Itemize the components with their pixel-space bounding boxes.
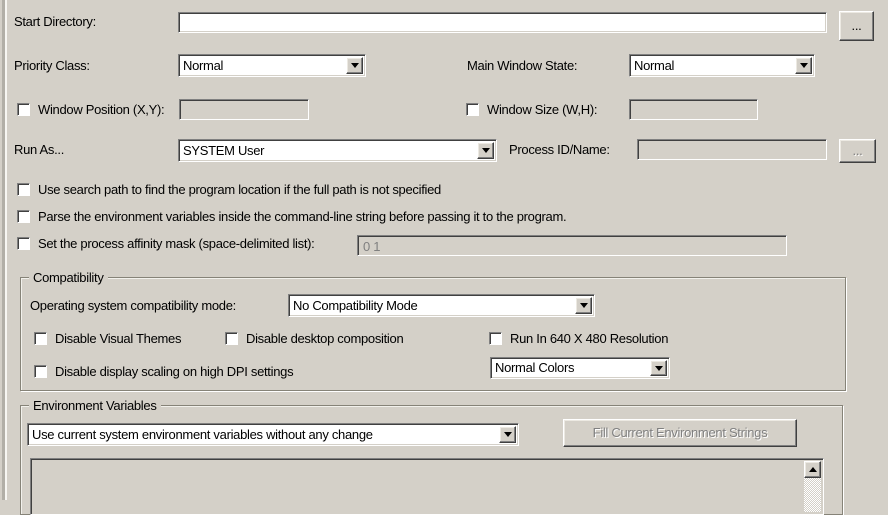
compatibility-group-title: Compatibility	[29, 270, 108, 286]
disable-dpi-scaling-row: Disable display scaling on high DPI sett…	[34, 363, 294, 380]
caret-down-icon	[579, 303, 588, 308]
window-position-checkbox[interactable]	[17, 103, 30, 116]
environment-mode-value: Use current system environment variables…	[32, 426, 373, 442]
start-directory-input[interactable]	[178, 12, 827, 33]
caret-down-icon	[799, 63, 808, 68]
disable-desktop-composition-row: Disable desktop composition	[225, 330, 404, 347]
process-id-browse-button: ...	[839, 139, 876, 163]
os-compatibility-dropdown-button[interactable]	[575, 297, 592, 314]
window-size-input	[629, 99, 758, 120]
priority-class-value: Normal	[183, 57, 224, 73]
caret-down-icon	[350, 63, 359, 68]
run-as-select[interactable]: SYSTEM User	[178, 139, 497, 162]
start-directory-label: Start Directory:	[14, 14, 96, 29]
window-size-checkbox[interactable]	[466, 103, 479, 116]
parse-env-vars-label: Parse the environment variables inside t…	[38, 208, 567, 224]
disable-dpi-scaling-label: Disable display scaling on high DPI sett…	[55, 363, 294, 379]
scroll-up-button[interactable]	[804, 461, 821, 478]
main-window-state-select[interactable]: Normal	[629, 54, 815, 77]
disable-visual-themes-label: Disable Visual Themes	[55, 330, 182, 346]
use-search-path-label: Use search path to find the program loca…	[38, 181, 441, 197]
run-640x480-label: Run In 640 X 480 Resolution	[510, 330, 669, 346]
environment-mode-dropdown-button[interactable]	[499, 426, 516, 443]
color-mode-value: Normal Colors	[495, 360, 575, 375]
environment-variables-textarea[interactable]	[30, 458, 824, 515]
priority-class-label: Priority Class:	[14, 58, 90, 73]
run-as-value: SYSTEM User	[183, 142, 265, 158]
parse-env-vars-checkbox[interactable]	[17, 210, 30, 223]
main-window-state-dropdown-button[interactable]	[795, 57, 812, 74]
os-compatibility-mode-select[interactable]: No Compatibility Mode	[288, 294, 595, 317]
os-compatibility-mode-label: Operating system compatibility mode:	[30, 298, 236, 313]
run-as-dropdown-button[interactable]	[477, 142, 494, 159]
parse-env-vars-row: Parse the environment variables inside t…	[17, 208, 567, 225]
use-search-path-checkbox[interactable]	[17, 183, 30, 196]
fill-current-environment-button: Fill Current Environment Strings	[563, 419, 797, 447]
caret-down-icon	[481, 148, 490, 153]
caret-down-icon	[503, 432, 512, 437]
process-id-name-label: Process ID/Name:	[509, 142, 610, 157]
window-left-edge-highlight	[5, 0, 7, 500]
use-search-path-row: Use search path to find the program loca…	[17, 181, 441, 198]
window-position-checkbox-row: Window Position (X,Y):	[17, 101, 165, 118]
disable-desktop-composition-label: Disable desktop composition	[246, 330, 404, 346]
run-640x480-row: Run In 640 X 480 Resolution	[489, 330, 668, 347]
scrollbar-track[interactable]	[804, 461, 821, 512]
disable-dpi-scaling-checkbox[interactable]	[34, 365, 47, 378]
priority-class-select[interactable]: Normal	[178, 54, 366, 77]
os-compatibility-mode-value: No Compatibility Mode	[293, 297, 418, 313]
disable-desktop-composition-checkbox[interactable]	[225, 332, 238, 345]
caret-down-icon	[654, 365, 663, 371]
main-window-state-value: Normal	[634, 57, 675, 73]
environment-variables-group-title: Environment Variables	[29, 398, 161, 414]
start-directory-browse-button[interactable]: ...	[839, 11, 874, 41]
window-size-label: Window Size (W,H):	[487, 101, 598, 117]
main-window-state-label: Main Window State:	[467, 58, 578, 73]
disable-visual-themes-row: Disable Visual Themes	[34, 330, 181, 347]
window-position-input	[179, 99, 309, 120]
environment-mode-select[interactable]: Use current system environment variables…	[27, 423, 519, 446]
affinity-mask-input: 0 1	[357, 235, 787, 256]
disable-visual-themes-checkbox[interactable]	[34, 332, 47, 345]
caret-up-icon	[808, 467, 817, 472]
priority-class-dropdown-button[interactable]	[346, 57, 363, 74]
color-mode-select[interactable]: Normal Colors	[490, 357, 670, 379]
affinity-mask-checkbox[interactable]	[17, 237, 30, 250]
window-position-label: Window Position (X,Y):	[38, 101, 165, 117]
window-size-checkbox-row: Window Size (W,H):	[466, 101, 597, 118]
color-mode-dropdown-button[interactable]	[650, 360, 667, 376]
affinity-mask-label: Set the process affinity mask (space-del…	[38, 235, 315, 251]
process-id-name-input	[637, 139, 827, 160]
affinity-mask-row: Set the process affinity mask (space-del…	[17, 235, 315, 252]
run-640x480-checkbox[interactable]	[489, 332, 502, 345]
run-as-label: Run As...	[14, 142, 65, 157]
